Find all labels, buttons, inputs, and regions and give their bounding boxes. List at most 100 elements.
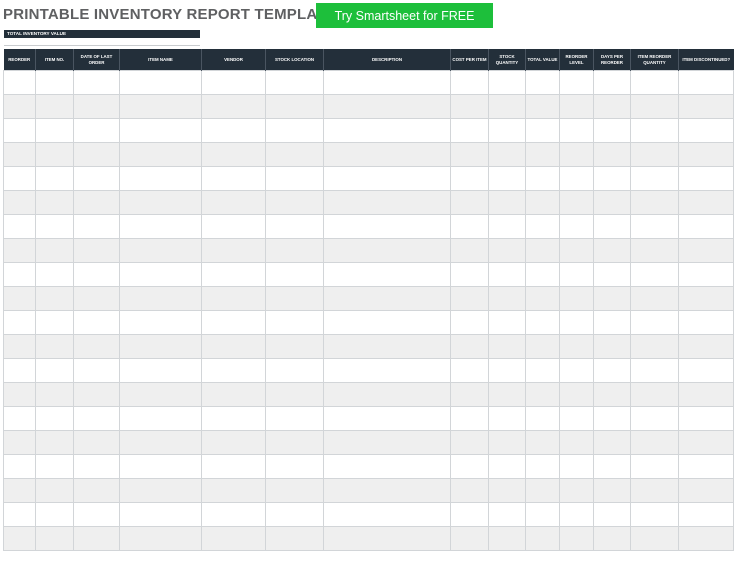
table-cell[interactable] (73, 358, 120, 383)
table-cell[interactable] (265, 94, 324, 119)
table-cell[interactable] (323, 238, 451, 263)
table-cell[interactable] (323, 214, 451, 239)
table-cell[interactable] (525, 526, 560, 551)
table-cell[interactable] (559, 430, 594, 455)
table-cell[interactable] (73, 142, 120, 167)
table-cell[interactable] (488, 358, 526, 383)
table-cell[interactable] (323, 166, 451, 191)
table-cell[interactable] (450, 454, 489, 479)
table-cell[interactable] (525, 382, 560, 407)
table-cell[interactable] (35, 454, 74, 479)
table-cell[interactable] (450, 118, 489, 143)
table-cell[interactable] (488, 310, 526, 335)
table-cell[interactable] (323, 526, 451, 551)
table-cell[interactable] (265, 334, 324, 359)
table-cell[interactable] (450, 502, 489, 527)
table-cell[interactable] (559, 70, 594, 95)
table-cell[interactable] (73, 310, 120, 335)
table-cell[interactable] (265, 382, 324, 407)
table-cell[interactable] (73, 238, 120, 263)
table-cell[interactable] (593, 406, 631, 431)
table-cell[interactable] (678, 70, 734, 95)
table-cell[interactable] (3, 286, 36, 311)
table-cell[interactable] (559, 286, 594, 311)
table-cell[interactable] (525, 454, 560, 479)
table-cell[interactable] (265, 238, 324, 263)
table-cell[interactable] (525, 430, 560, 455)
table-cell[interactable] (630, 166, 679, 191)
table-cell[interactable] (678, 214, 734, 239)
table-cell[interactable] (201, 430, 266, 455)
table-cell[interactable] (323, 286, 451, 311)
table-cell[interactable] (265, 526, 324, 551)
table-cell[interactable] (119, 310, 202, 335)
table-cell[interactable] (630, 238, 679, 263)
table-cell[interactable] (35, 478, 74, 503)
table-cell[interactable] (525, 118, 560, 143)
table-cell[interactable] (201, 406, 266, 431)
table-cell[interactable] (525, 70, 560, 95)
table-cell[interactable] (593, 214, 631, 239)
table-cell[interactable] (35, 430, 74, 455)
table-cell[interactable] (488, 94, 526, 119)
table-cell[interactable] (3, 238, 36, 263)
try-smartsheet-button[interactable]: Try Smartsheet for FREE (316, 3, 493, 28)
table-cell[interactable] (3, 478, 36, 503)
table-cell[interactable] (201, 214, 266, 239)
table-cell[interactable] (3, 94, 36, 119)
table-cell[interactable] (559, 478, 594, 503)
table-cell[interactable] (593, 502, 631, 527)
table-cell[interactable] (630, 382, 679, 407)
table-cell[interactable] (73, 214, 120, 239)
table-cell[interactable] (525, 310, 560, 335)
table-cell[interactable] (525, 358, 560, 383)
table-cell[interactable] (525, 214, 560, 239)
table-cell[interactable] (559, 502, 594, 527)
table-cell[interactable] (678, 118, 734, 143)
table-cell[interactable] (35, 118, 74, 143)
table-cell[interactable] (119, 142, 202, 167)
table-cell[interactable] (525, 406, 560, 431)
table-cell[interactable] (3, 214, 36, 239)
table-cell[interactable] (525, 94, 560, 119)
table-cell[interactable] (119, 214, 202, 239)
table-cell[interactable] (265, 406, 324, 431)
table-cell[interactable] (488, 70, 526, 95)
table-cell[interactable] (73, 406, 120, 431)
table-cell[interactable] (119, 358, 202, 383)
table-cell[interactable] (265, 190, 324, 215)
table-cell[interactable] (35, 94, 74, 119)
table-cell[interactable] (450, 70, 489, 95)
table-cell[interactable] (35, 70, 74, 95)
table-cell[interactable] (3, 454, 36, 479)
table-cell[interactable] (35, 526, 74, 551)
table-cell[interactable] (525, 286, 560, 311)
table-cell[interactable] (119, 262, 202, 287)
table-cell[interactable] (488, 454, 526, 479)
table-cell[interactable] (559, 454, 594, 479)
table-cell[interactable] (678, 430, 734, 455)
table-cell[interactable] (678, 94, 734, 119)
table-cell[interactable] (3, 430, 36, 455)
table-cell[interactable] (3, 118, 36, 143)
table-cell[interactable] (119, 382, 202, 407)
table-cell[interactable] (450, 406, 489, 431)
table-cell[interactable] (678, 286, 734, 311)
table-cell[interactable] (559, 238, 594, 263)
table-cell[interactable] (450, 334, 489, 359)
table-cell[interactable] (323, 478, 451, 503)
table-cell[interactable] (119, 94, 202, 119)
table-cell[interactable] (525, 190, 560, 215)
table-cell[interactable] (119, 70, 202, 95)
table-cell[interactable] (450, 190, 489, 215)
table-cell[interactable] (525, 502, 560, 527)
table-cell[interactable] (488, 382, 526, 407)
table-cell[interactable] (3, 70, 36, 95)
table-cell[interactable] (678, 526, 734, 551)
table-cell[interactable] (630, 190, 679, 215)
table-cell[interactable] (119, 118, 202, 143)
table-cell[interactable] (630, 94, 679, 119)
table-cell[interactable] (35, 214, 74, 239)
table-cell[interactable] (119, 190, 202, 215)
table-cell[interactable] (559, 334, 594, 359)
